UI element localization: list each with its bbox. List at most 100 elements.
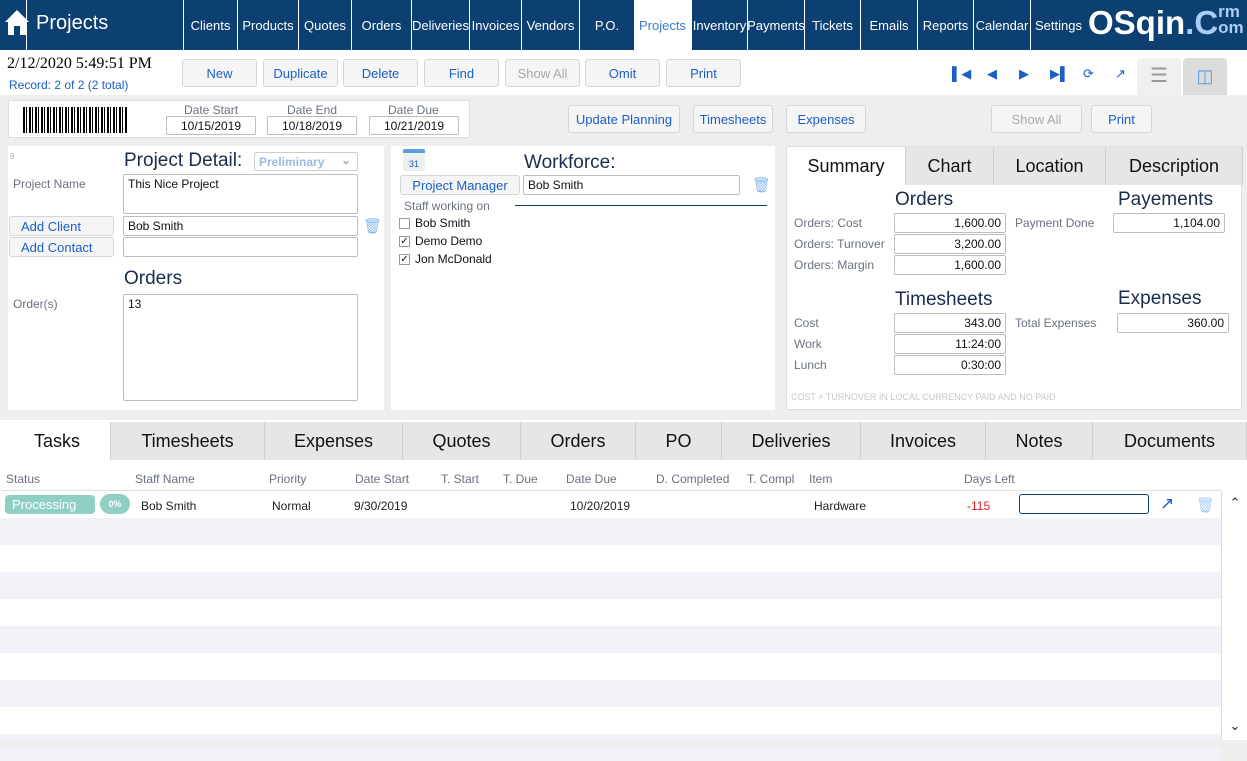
column-header[interactable]: T. Compl: [747, 472, 794, 486]
contact-field[interactable]: [123, 237, 358, 257]
row-stripe: [0, 572, 1221, 599]
nav-payments[interactable]: Payments: [747, 0, 805, 50]
duplicate-button[interactable]: Duplicate: [263, 59, 338, 87]
nav-deliveries[interactable]: Deliveries: [411, 0, 469, 50]
tab-tasks[interactable]: Tasks: [4, 422, 111, 460]
nav-clients[interactable]: Clients: [183, 0, 237, 50]
scrollbar[interactable]: ⌃ ⌄: [1221, 491, 1247, 740]
find-button[interactable]: Find: [424, 59, 499, 87]
open-external-icon[interactable]: ↗: [1115, 66, 1126, 82]
print-button[interactable]: Print: [666, 59, 741, 87]
orders-margin-field[interactable]: 1,600.00: [894, 255, 1006, 275]
total-expenses-field[interactable]: 360.00: [1117, 313, 1229, 333]
column-header[interactable]: Priority: [269, 472, 306, 486]
column-header[interactable]: Date Start: [355, 472, 409, 486]
work-field[interactable]: 11:24:00: [894, 334, 1006, 354]
date-start-field[interactable]: 10/15/2019: [166, 116, 256, 135]
tab-po[interactable]: PO: [636, 422, 722, 460]
last-record-icon[interactable]: ▶▌: [1050, 66, 1069, 82]
staff-item[interactable]: ✓ Jon McDonald: [399, 252, 492, 266]
project-detail-panel: 9 Project Detail: Preliminary ⌄ Project N…: [8, 146, 384, 410]
staff-item[interactable]: ✓ Demo Demo: [399, 234, 482, 248]
next-record-icon[interactable]: ▶: [1019, 66, 1029, 82]
tab-timesheets[interactable]: Timesheets: [111, 422, 265, 460]
column-header[interactable]: Status: [6, 472, 40, 486]
tab-location[interactable]: Location: [994, 147, 1106, 185]
prev-record-icon[interactable]: ◀: [987, 66, 997, 82]
staff-item[interactable]: Bob Smith: [399, 216, 470, 230]
trash-icon[interactable]: 🗑: [752, 176, 771, 194]
row-input[interactable]: [1019, 494, 1149, 514]
ts-cost-field[interactable]: 343.00: [894, 313, 1006, 333]
project-manager-field[interactable]: Bob Smith: [523, 175, 740, 195]
staff-checkbox[interactable]: ✓: [399, 235, 410, 247]
tab-notes[interactable]: Notes: [986, 422, 1093, 460]
column-header[interactable]: T. Start: [441, 472, 479, 486]
date-due-field[interactable]: 10/21/2019: [369, 116, 459, 135]
tab-documents[interactable]: Documents: [1093, 422, 1247, 460]
column-header[interactable]: T. Due: [503, 472, 538, 486]
tab-quotes[interactable]: Quotes: [403, 422, 521, 460]
refresh-icon[interactable]: ⟳: [1083, 66, 1094, 82]
payment-done-field[interactable]: 1,104.00: [1113, 213, 1225, 233]
nav-emails[interactable]: Emails: [860, 0, 917, 50]
project-manager-button[interactable]: Project Manager: [400, 175, 520, 195]
column-header[interactable]: Staff Name: [135, 472, 195, 486]
tab-summary[interactable]: Summary: [787, 147, 906, 185]
nav-orders[interactable]: Orders: [351, 0, 411, 50]
timesheets-button[interactable]: Timesheets: [693, 105, 773, 133]
list-view-button[interactable]: ☰: [1137, 58, 1181, 95]
nav-vendors[interactable]: Vendors: [521, 0, 579, 50]
add-client-button[interactable]: Add Client: [9, 216, 114, 236]
nav-settings[interactable]: Settings: [1030, 0, 1086, 50]
column-header[interactable]: Date Due: [566, 472, 617, 486]
update-planning-button[interactable]: Update Planning: [568, 105, 680, 133]
nav-calendar[interactable]: Calendar: [973, 0, 1030, 50]
nav-tickets[interactable]: Tickets: [804, 0, 860, 50]
tab-orders[interactable]: Orders: [521, 422, 636, 460]
column-header[interactable]: D. Completed: [656, 472, 729, 486]
trash-icon[interactable]: 🗑: [1196, 496, 1215, 514]
tab-expenses[interactable]: Expenses: [265, 422, 403, 460]
column-header[interactable]: Item: [809, 472, 832, 486]
omit-button[interactable]: Omit: [585, 59, 660, 87]
first-record-icon[interactable]: ▌◀: [952, 66, 971, 82]
orders-field[interactable]: 13: [123, 294, 358, 401]
new-button[interactable]: New: [182, 59, 257, 87]
tab-chart[interactable]: Chart: [906, 147, 994, 185]
orders-turnover-field[interactable]: 3,200.00: [894, 234, 1006, 254]
open-external-icon[interactable]: ↗: [1160, 494, 1174, 514]
record-counter: Record: 2 of 2 (2 total): [9, 78, 129, 92]
nav-reports[interactable]: Reports: [917, 0, 973, 50]
nav-invoices[interactable]: Invoices: [469, 0, 521, 50]
staff-checkbox[interactable]: ✓: [399, 253, 410, 265]
nav-projects[interactable]: Projects: [634, 0, 691, 50]
trash-icon[interactable]: 🗑: [363, 217, 382, 235]
project-name-field[interactable]: This Nice Project: [123, 174, 358, 214]
scroll-up-icon[interactable]: ⌃: [1222, 495, 1247, 511]
date-end-field[interactable]: 10/18/2019: [267, 116, 357, 135]
show-all-button-2[interactable]: Show All: [991, 105, 1082, 133]
print-button-2[interactable]: Print: [1091, 105, 1152, 133]
expenses-button[interactable]: Expenses: [786, 105, 866, 133]
nav-products[interactable]: Products: [237, 0, 298, 50]
progress-badge: 0%: [100, 494, 130, 514]
add-contact-button[interactable]: Add Contact: [9, 237, 114, 257]
lunch-field[interactable]: 0:30:00: [894, 355, 1006, 375]
form-view-button[interactable]: ◫: [1183, 58, 1227, 95]
tab-description[interactable]: Description: [1106, 147, 1243, 185]
nav-po[interactable]: P.O.: [579, 0, 634, 50]
project-status-select[interactable]: Preliminary ⌄: [254, 152, 358, 171]
column-header[interactable]: Days Left: [964, 472, 1015, 486]
calendar-icon[interactable]: 31: [403, 149, 425, 171]
client-field[interactable]: Bob Smith: [123, 216, 358, 236]
orders-cost-field[interactable]: 1,600.00: [894, 213, 1006, 233]
staff-checkbox[interactable]: [399, 217, 410, 229]
show-all-button[interactable]: Show All: [505, 59, 580, 87]
scroll-down-icon[interactable]: ⌄: [1222, 718, 1247, 734]
tab-invoices[interactable]: Invoices: [861, 422, 986, 460]
nav-quotes[interactable]: Quotes: [298, 0, 351, 50]
delete-button[interactable]: Delete: [343, 59, 418, 87]
tab-deliveries[interactable]: Deliveries: [722, 422, 861, 460]
nav-inventory[interactable]: Inventory: [691, 0, 747, 50]
